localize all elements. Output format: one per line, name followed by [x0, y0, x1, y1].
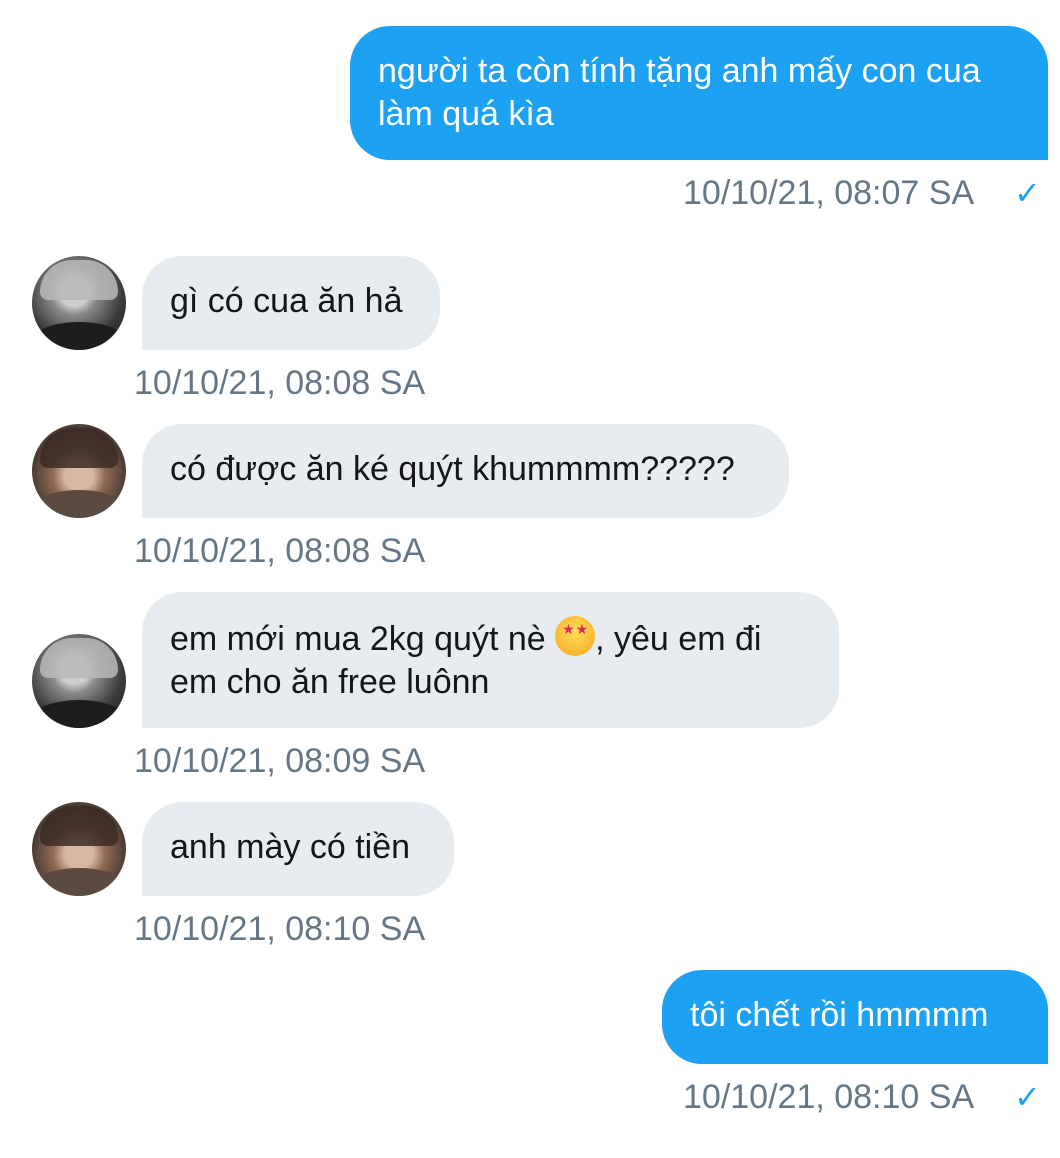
message-timestamp: 10/10/21, 08:08 SA: [134, 532, 426, 570]
message-timestamp: 10/10/21, 08:10 SA: [134, 910, 426, 948]
message-timestamp: 10/10/21, 08:10 SA: [683, 1078, 975, 1116]
avatar[interactable]: [32, 802, 126, 896]
incoming-message-bubble[interactable]: anh mày có tiền: [142, 802, 454, 896]
incoming-message-bubble[interactable]: có được ăn ké quýt khummmm?????: [142, 424, 789, 518]
message-timestamp: 10/10/21, 08:08 SA: [134, 364, 426, 402]
outgoing-message-bubble[interactable]: tôi chết rồi hmmmm: [662, 970, 1048, 1064]
avatar[interactable]: [32, 424, 126, 518]
incoming-message-bubble[interactable]: gì có cua ăn hả: [142, 256, 440, 350]
check-icon: ✓: [1014, 1079, 1041, 1115]
message-text: em mới mua 2kg quýt nè: [170, 620, 556, 658]
message-timestamp: 10/10/21, 08:07 SA: [683, 174, 975, 212]
check-icon: ✓: [1014, 175, 1041, 211]
message-timestamp: 10/10/21, 08:09 SA: [134, 742, 426, 780]
avatar[interactable]: [32, 256, 126, 350]
star-struck-emoji: [555, 616, 596, 656]
outgoing-message-bubble[interactable]: người ta còn tính tặng anh mấy con cua l…: [350, 26, 1048, 160]
incoming-message-bubble[interactable]: em mới mua 2kg quýt nè , yêu em đi em ch…: [142, 592, 839, 728]
conversation-view: người ta còn tính tặng anh mấy con cua l…: [0, 0, 1060, 1158]
avatar[interactable]: [32, 634, 126, 728]
